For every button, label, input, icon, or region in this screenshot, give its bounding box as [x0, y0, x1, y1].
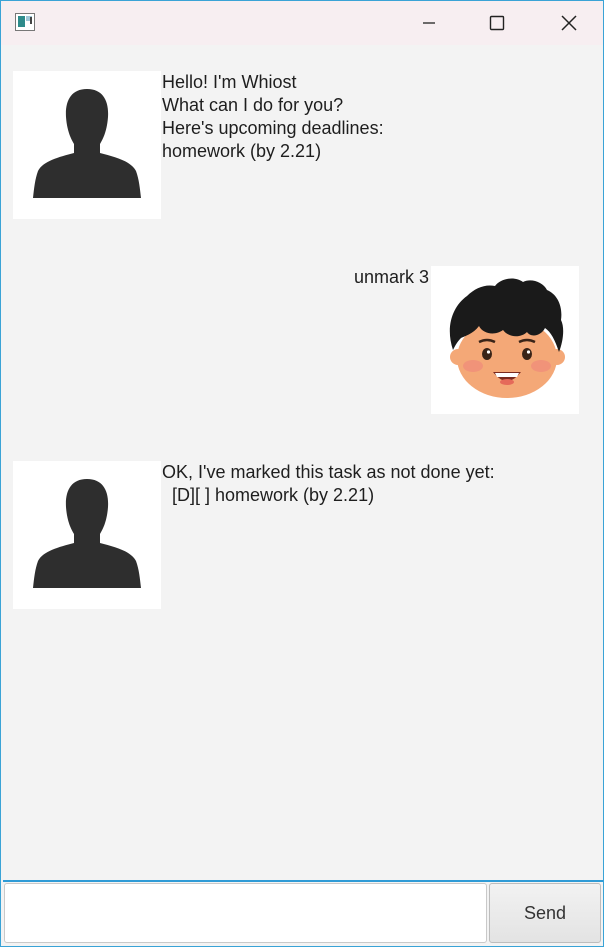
app-window: Hello! I'm Whiost What can I do for you?…: [0, 0, 604, 947]
user-avatar-boy-icon: [449, 278, 565, 398]
app-window-icon: [15, 13, 35, 31]
user-dialog: unmark 3: [3, 246, 603, 436]
bot-message-text: Hello! I'm Whiost What can I do for you?…: [162, 72, 384, 161]
bot-avatar-silhouette-icon: [33, 89, 141, 198]
minimize-button[interactable]: [395, 1, 463, 45]
close-button[interactable]: [535, 1, 603, 45]
bot-dialog: Hello! I'm Whiost What can I do for you?…: [3, 46, 603, 246]
bot-message-text: OK, I've marked this task as not done ye…: [162, 462, 495, 505]
send-button[interactable]: Send: [489, 883, 601, 943]
message-input[interactable]: [4, 883, 487, 943]
bot-dialog: OK, I've marked this task as not done ye…: [3, 436, 603, 636]
bot-avatar-silhouette-icon: [33, 479, 141, 588]
bot-avatar: [13, 71, 161, 219]
input-bar: Send: [3, 882, 603, 946]
maximize-button[interactable]: [463, 1, 531, 45]
close-icon: [561, 15, 577, 31]
user-message-text: unmark 3: [353, 267, 429, 287]
chat-scroll-pane[interactable]: Hello! I'm Whiost What can I do for you?…: [3, 46, 603, 882]
title-bar: [1, 1, 603, 45]
user-avatar: [431, 266, 579, 414]
maximize-icon: [489, 15, 505, 31]
bot-avatar: [13, 461, 161, 609]
minimize-icon: [423, 22, 435, 24]
